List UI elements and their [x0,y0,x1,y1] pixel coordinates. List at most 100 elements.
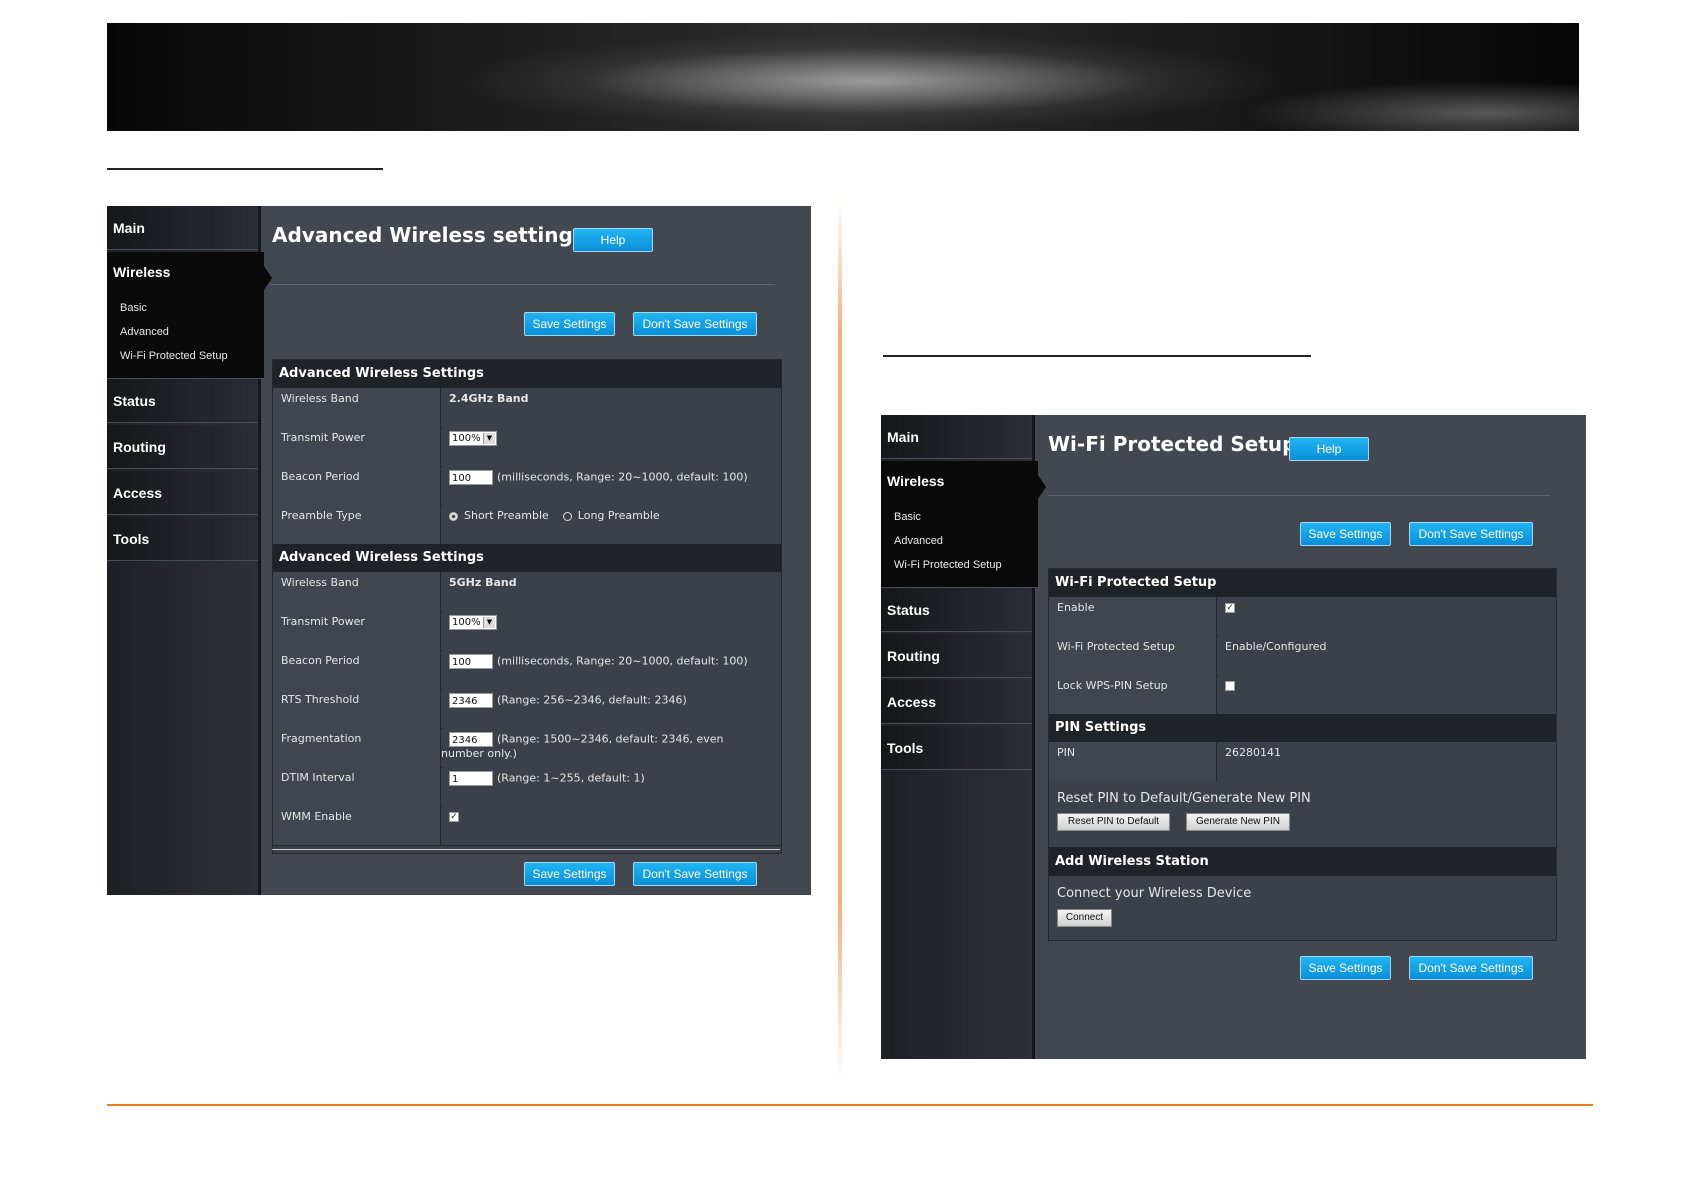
transmit-power-select[interactable]: 100% ▼ [449,431,497,446]
reset-pin-button[interactable]: Reset PIN to Default [1057,813,1170,831]
menu-tools[interactable]: Tools [107,517,258,561]
menu-access[interactable]: Access [107,471,258,515]
connect-button[interactable]: Connect [1057,909,1112,927]
save-settings-button-top[interactable]: Save Settings [1300,522,1391,546]
section-header-pin: PIN Settings [1049,714,1556,742]
save-settings-button-bottom[interactable]: Save Settings [524,862,615,886]
table-row: Wireless Band 5GHz Band [273,572,781,612]
submenu-basic[interactable]: Basic [120,302,147,314]
pin-value: 26280141 [1219,742,1556,781]
active-notch [1038,475,1046,499]
submenu-advanced[interactable]: Advanced [120,326,169,338]
menu-wireless[interactable]: Wireless Basic Advanced Wi-Fi Protected … [881,461,1046,588]
transmit-power-select[interactable]: 100% ▼ [449,615,497,630]
section-rule-right [883,355,1311,357]
wireless-band-value: 2.4GHz Band [443,388,781,427]
preamble-type-label: Preamble Type [273,505,441,544]
menu-routing[interactable]: Routing [881,634,1032,678]
beacon-period-label: Beacon Period [273,650,441,689]
menu-tools[interactable]: Tools [881,726,1032,770]
transmit-power-label: Transmit Power [273,427,441,466]
enable-label: Enable [1049,597,1217,636]
menu-wireless-label: Wireless [113,264,171,280]
table-row: DTIM Interval 1 (Range: 1~255, default: 1… [273,767,781,807]
beacon-period-input[interactable]: 100 [449,470,493,485]
dont-save-settings-button-bottom[interactable]: Don't Save Settings [1409,956,1533,980]
advanced-wireless-screenshot: Main Wireless Basic Advanced Wi-Fi Prote… [107,206,811,895]
menu-main[interactable]: Main [881,415,1032,459]
menu-wireless-label: Wireless [887,473,945,489]
help-button[interactable]: Help [1289,437,1369,461]
footer-rule [107,1104,1593,1106]
title-divider [270,284,775,285]
table-row: Beacon Period 100 (milliseconds, Range: 2… [273,650,781,690]
sidebar: Main Wireless Basic Advanced Wi-Fi Prote… [107,206,272,895]
add-station-block: Connect your Wireless Device Connect [1049,876,1556,938]
menu-status[interactable]: Status [107,379,258,423]
table-bottom-line [272,849,780,850]
section-rule [107,168,383,170]
chevron-down-icon: ▼ [483,433,495,444]
menu-main[interactable]: Main [107,206,258,250]
reset-pin-text: Reset PIN to Default/Generate New PIN [1057,791,1311,806]
submenu-advanced[interactable]: Advanced [894,535,943,547]
fragmentation-hint-line2: number only.) [441,747,517,760]
table-row: Transmit Power 100% ▼ [273,611,781,651]
pin-label: PIN [1049,742,1217,781]
dtim-interval-label: DTIM Interval [273,767,441,806]
long-preamble-radio[interactable] [562,511,572,521]
wireless-band-value: 5GHz Band [443,572,781,611]
wps-screenshot: Main Wireless Basic Advanced Wi-Fi Prote… [881,415,1586,1059]
sidebar: Main Wireless Basic Advanced Wi-Fi Prote… [881,415,1046,1059]
wps-status-value: Enable/Configured [1219,636,1556,675]
wireless-band-label: Wireless Band [273,572,441,611]
submenu-basic[interactable]: Basic [894,511,921,523]
short-preamble-label: Short Preamble [464,509,549,522]
menu-status[interactable]: Status [881,588,1032,632]
wireless-band-label: Wireless Band [273,388,441,427]
rts-threshold-label: RTS Threshold [273,689,441,728]
active-notch [264,266,272,290]
menu-access[interactable]: Access [881,680,1032,724]
section-header-5ghz: Advanced Wireless Settings [273,544,781,572]
beacon-period-hint: (milliseconds, Range: 20~1000, default: … [497,654,748,668]
beacon-period-input[interactable]: 100 [449,654,493,669]
wmm-enable-checkbox[interactable]: ✓ [449,812,459,822]
dont-save-settings-button-top[interactable]: Don't Save Settings [1409,522,1533,546]
section-header-station: Add Wireless Station [1049,848,1556,876]
lock-wps-pin-checkbox[interactable] [1225,681,1235,691]
dont-save-settings-button-bottom[interactable]: Don't Save Settings [633,862,757,886]
help-button[interactable]: Help [573,228,653,252]
menu-wireless[interactable]: Wireless Basic Advanced Wi-Fi Protected … [107,252,272,379]
connect-device-text: Connect your Wireless Device [1057,886,1252,901]
submenu-wps[interactable]: Wi-Fi Protected Setup [894,559,1002,571]
dtim-interval-input[interactable]: 1 [449,771,493,786]
fragmentation-input[interactable]: 2346 [449,732,493,747]
fragmentation-hint: (Range: 1500~2346, default: 2346, even [497,732,724,746]
section-header-wps: Wi-Fi Protected Setup [1049,569,1556,597]
wmm-enable-label: WMM Enable [273,806,441,845]
table-row: PIN 26280141 [1049,742,1556,782]
transmit-power-value: 100% [452,617,481,628]
table-row: Preamble Type Short Preamble Long Preamb… [273,505,781,545]
table-row: WMM Enable ✓ [273,806,781,846]
lock-wps-pin-label: Lock WPS-PIN Setup [1049,675,1217,714]
table-row: Transmit Power 100% ▼ [273,427,781,467]
generate-pin-button[interactable]: Generate New PIN [1186,813,1290,831]
chevron-down-icon: ▼ [483,617,495,628]
page-title: Advanced Wireless settings [272,223,585,247]
menu-routing[interactable]: Routing [107,425,258,469]
pin-reset-block: Reset PIN to Default/Generate New PIN Re… [1049,781,1556,848]
fragmentation-label: Fragmentation [273,728,441,767]
table-row: Beacon Period 100 (milliseconds, Range: 2… [273,466,781,506]
dont-save-settings-button-top[interactable]: Don't Save Settings [633,312,757,336]
header-banner [107,23,1579,131]
rts-threshold-input[interactable]: 2346 [449,693,493,708]
save-settings-button-top[interactable]: Save Settings [524,312,615,336]
transmit-power-value: 100% [452,433,481,444]
submenu-wps[interactable]: Wi-Fi Protected Setup [120,350,228,362]
short-preamble-radio[interactable] [449,511,458,521]
table-row: Wi-Fi Protected Setup Enable/Configured [1049,636,1556,676]
enable-checkbox[interactable]: ✓ [1225,603,1235,613]
save-settings-button-bottom[interactable]: Save Settings [1300,956,1391,980]
